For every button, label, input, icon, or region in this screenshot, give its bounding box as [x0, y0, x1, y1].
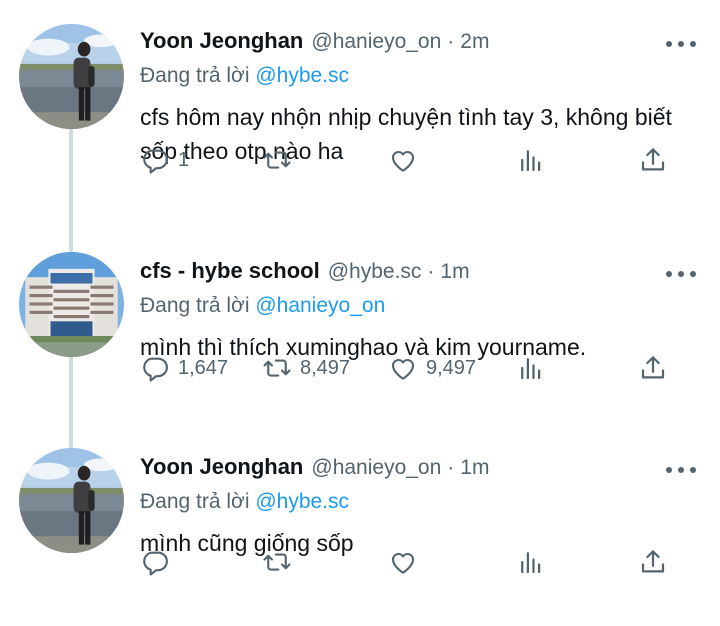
- views-icon: [521, 552, 541, 574]
- user-handle[interactable]: @hybe.sc: [328, 260, 422, 284]
- like-button[interactable]: 9,497: [388, 352, 476, 384]
- share-icon: [641, 148, 665, 171]
- views-icon: [521, 358, 541, 380]
- replying-to-label: Đang trả lời: [140, 64, 250, 87]
- like-icon: [391, 358, 415, 380]
- views-button[interactable]: [516, 546, 546, 578]
- like-count: 9,497: [426, 356, 477, 379]
- replying-to: Đang trả lời @hanieyo_on: [140, 290, 696, 322]
- retweet-count: 8,497: [300, 356, 351, 379]
- views-button[interactable]: [516, 352, 546, 384]
- tweet[interactable]: Yoon Jeonghan @hanieyo_on · 2m Đang trả …: [0, 0, 720, 240]
- user-handle[interactable]: @hanieyo_on: [311, 456, 441, 480]
- user-handle[interactable]: @hanieyo_on: [311, 30, 441, 54]
- retweet-icon: [263, 553, 291, 571]
- more-icon[interactable]: [666, 262, 696, 286]
- reply-button[interactable]: [140, 546, 178, 578]
- separator-dot: ·: [427, 260, 435, 283]
- avatar[interactable]: [19, 448, 124, 553]
- reply-button[interactable]: 1,647: [140, 352, 228, 384]
- tweet-body: Yoon Jeonghan @hanieyo_on · 1m Đang trả …: [140, 454, 696, 560]
- replying-to-mention[interactable]: @hybe.sc: [255, 64, 349, 87]
- person-by-river-photo: [19, 448, 124, 553]
- tweet-thread: Yoon Jeonghan @hanieyo_on · 2m Đang trả …: [0, 0, 720, 626]
- reply-button[interactable]: 1: [140, 144, 189, 176]
- separator-dot: ·: [447, 456, 455, 479]
- like-icon: [391, 150, 415, 172]
- tweet-header: Yoon Jeonghan @hanieyo_on · 1m: [140, 454, 696, 486]
- retweet-icon: [263, 359, 291, 377]
- separator-dot: ·: [447, 30, 455, 53]
- share-icon: [641, 356, 665, 379]
- avatar[interactable]: [19, 252, 124, 357]
- like-button[interactable]: [388, 144, 426, 176]
- reply-count: 1: [178, 148, 190, 171]
- tweet-body: cfs - hybe school @hybe.sc · 1m Đang trả…: [140, 258, 696, 364]
- reply-icon: [143, 357, 168, 382]
- more-icon[interactable]: [666, 32, 696, 56]
- timestamp[interactable]: 1m: [460, 456, 489, 480]
- tweet-header: cfs - hybe school @hybe.sc · 1m: [140, 258, 696, 290]
- reply-icon: [143, 149, 168, 174]
- display-name[interactable]: Yoon Jeonghan: [140, 454, 303, 480]
- share-button[interactable]: [638, 546, 668, 578]
- retweet-icon: [263, 151, 291, 169]
- person-by-river-photo: [19, 24, 124, 129]
- replying-to-mention[interactable]: @hybe.sc: [255, 490, 349, 513]
- replying-to: Đang trả lời @hybe.sc: [140, 60, 696, 92]
- replying-to-mention[interactable]: @hanieyo_on: [255, 294, 385, 317]
- like-icon: [391, 552, 415, 574]
- retweet-button[interactable]: 8,497: [262, 352, 350, 384]
- display-name[interactable]: Yoon Jeonghan: [140, 28, 303, 54]
- timestamp[interactable]: 1m: [440, 260, 469, 284]
- timestamp[interactable]: 2m: [460, 30, 489, 54]
- views-button[interactable]: [516, 144, 546, 176]
- reply-count: 1,647: [178, 356, 229, 379]
- views-icon: [521, 150, 541, 172]
- retweet-button[interactable]: [262, 144, 300, 176]
- tweet-header: Yoon Jeonghan @hanieyo_on · 2m: [140, 28, 696, 60]
- replying-to: Đang trả lời @hybe.sc: [140, 486, 696, 518]
- more-icon[interactable]: [666, 458, 696, 482]
- tweet[interactable]: Yoon Jeonghan @hanieyo_on · 1m Đang trả …: [0, 440, 720, 626]
- retweet-button[interactable]: [262, 546, 300, 578]
- like-button[interactable]: [388, 546, 426, 578]
- share-button[interactable]: [638, 352, 668, 384]
- share-icon: [641, 550, 665, 573]
- reply-icon: [143, 551, 168, 576]
- avatar[interactable]: [19, 24, 124, 129]
- replying-to-label: Đang trả lời: [140, 490, 250, 513]
- replying-to-label: Đang trả lời: [140, 294, 250, 317]
- display-name[interactable]: cfs - hybe school: [140, 258, 320, 284]
- share-button[interactable]: [638, 144, 668, 176]
- tweet[interactable]: cfs - hybe school @hybe.sc · 1m Đang trả…: [0, 240, 720, 440]
- school-building-photo: [19, 252, 124, 357]
